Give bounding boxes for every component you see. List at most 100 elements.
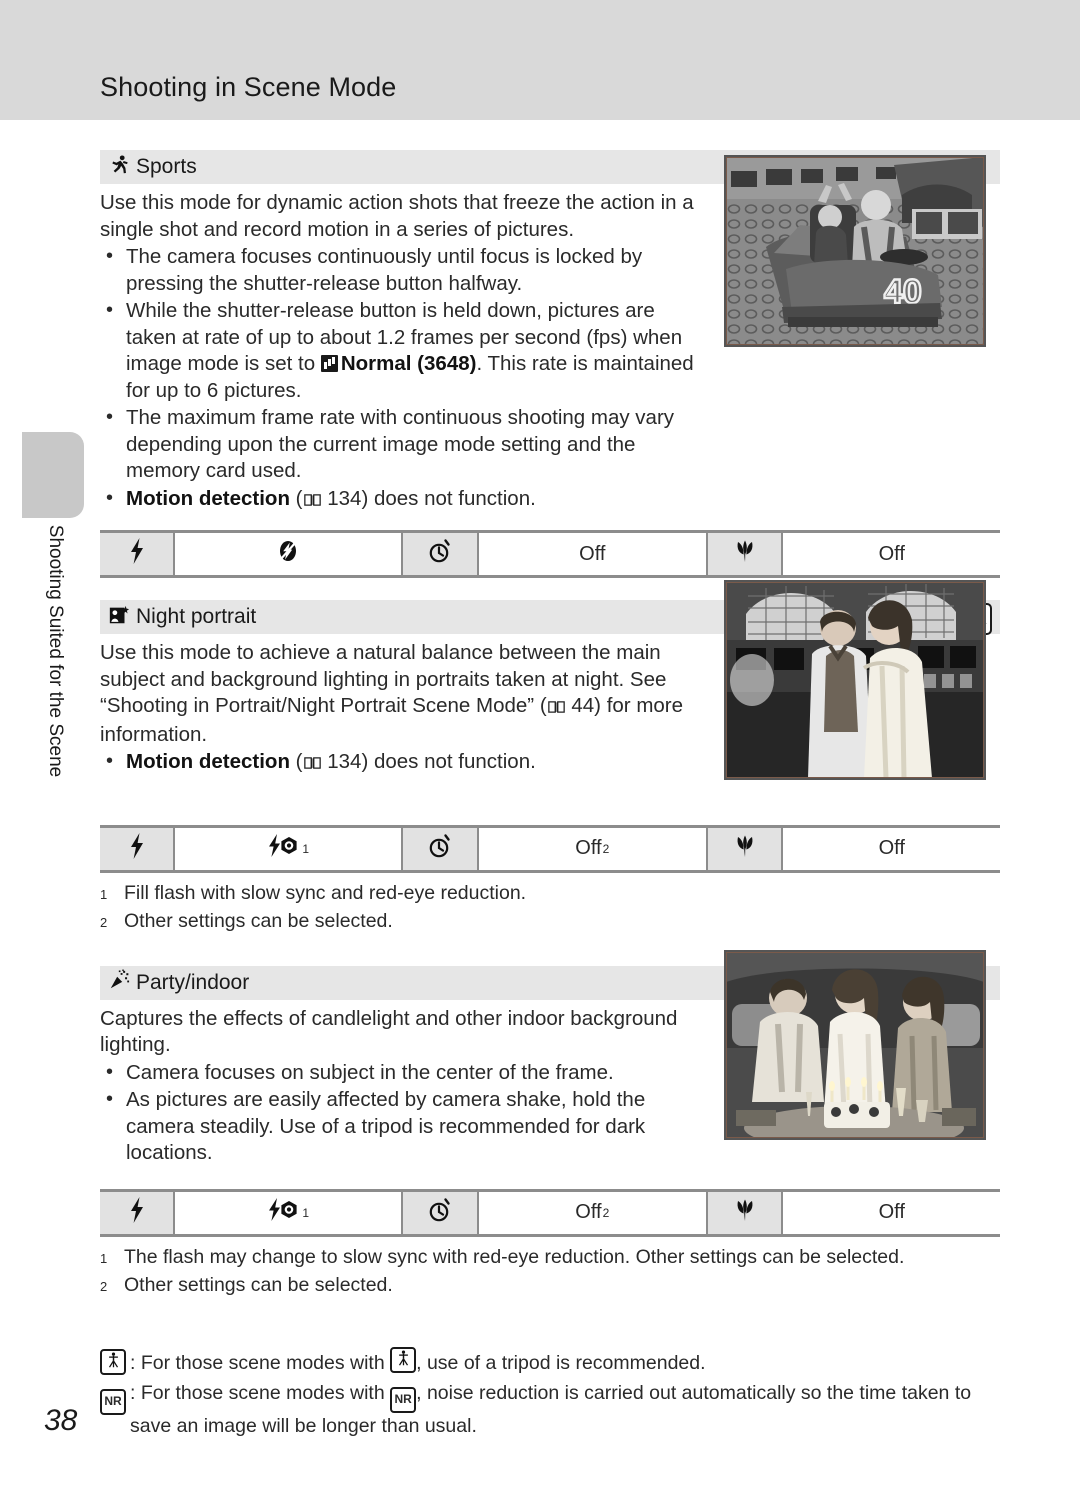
legend-row-tripod: : For those scene modes with , use of a … [100,1347,1020,1378]
sports-ref-page: 134 [327,486,362,510]
self-timer-footnote-marker: 2 [602,841,610,856]
flash-off-icon [275,538,301,570]
list-item: As pictures are easily affected by camer… [100,1086,708,1167]
page-number: 38 [44,1404,78,1437]
list-item: The maximum frame rate with continuous s… [100,404,708,485]
macro-mode-value-cell: Off [783,827,1001,870]
sports-bullet4-tail: does not function. [373,486,536,510]
night-motion-detection-bold: Motion detection [126,750,290,773]
list-item: Camera focuses on subject in the center … [100,1059,708,1087]
self-timer-label-cell [403,533,479,575]
night-portrait-paragraph: Use this mode to achieve a natural balan… [100,640,708,748]
footnote-text: The flash may change to slow sync with r… [124,1245,905,1268]
photo-night-portrait [724,580,986,780]
list-item: The camera focuses continuously until fo… [100,243,708,297]
page-legend: : For those scene modes with , use of a … [100,1347,1020,1441]
legend-text-before: : For those scene modes with [130,1352,385,1374]
self-timer-value-cell: Off 2 [478,827,709,870]
footnotes-night-portrait: 1 Fill flash with slow sync and red-eye … [100,880,1000,936]
macro-mode-value-cell: Off [783,1191,1001,1234]
section-body-night-portrait: Use this mode to achieve a natural balan… [100,640,708,778]
self-timer-icon [428,1197,452,1229]
list-item: Motion detection ( 134) does not functio… [100,748,708,778]
flash-mode-value-cell: 1 [175,827,404,870]
self-timer-icon [428,538,452,570]
tripod-badge-inline-icon [390,1347,417,1373]
section-title-party-indoor: Party/indoor [136,970,250,994]
flash-redeye-icon [267,1197,301,1228]
flash-icon [129,1196,145,1229]
footnote-text: Other settings can be selected. [124,1273,393,1296]
running-person-icon [108,154,130,181]
photo-party-indoor [724,950,986,1140]
legend-text-before: : For those scene modes with [130,1382,385,1404]
flash-mode-label-cell [100,533,176,575]
list-item: Motion detection ( 134) does not functio… [100,485,708,515]
list-item: While the shutter-release button is held… [100,297,708,404]
flash-mode-value-cell: 1 [175,1191,404,1234]
sports-bullet-list: The camera focuses continuously until fo… [100,243,708,515]
legend-row-noise-reduction: NR : For those scene modes with NR, nois… [100,1380,1020,1439]
self-timer-value-cell: Off [478,533,709,575]
sports-paragraph: Use this mode for dynamic action shots t… [100,191,694,241]
macro-value: Off [878,1201,905,1223]
self-timer-value: Off [579,542,606,565]
self-timer-icon [428,833,452,865]
party-indoor-paragraph: Captures the effects of candlelight and … [100,1006,678,1057]
settings-row-sports: Off Off [100,530,1001,578]
tripod-badge-icon [100,1347,130,1378]
legend-text-tripod: : For those scene modes with , use of a … [130,1347,706,1378]
night-bullet-tail: does not function. [373,750,536,773]
self-timer-label-cell [403,827,479,870]
footnote: 2 Other settings can be selected. [100,1272,1000,1300]
image-mode-icon [320,355,338,372]
flash-icon [129,538,145,570]
night-portrait-ref-page: 44 [571,694,595,717]
self-timer-value-cell: Off 2 [478,1191,709,1234]
footnote: 2 Other settings can be selected. [100,908,1000,936]
footnote-text: Fill flash with slow sync and red-eye re… [124,881,527,904]
night-ref-page: 134 [327,750,362,773]
macro-flower-icon [732,834,758,864]
self-timer-footnote-marker: 2 [602,1205,610,1220]
legend-text-after: , use of a tripod is recommended. [416,1352,706,1374]
flash-icon [129,832,145,865]
settings-row-party-indoor: 1 Off 2 Off [100,1188,1001,1237]
section-body-sports: Use this mode for dynamic action shots t… [100,190,708,514]
footnote-number: 2 [100,914,108,930]
section-title-night-portrait: Night portrait [136,605,257,628]
footnote-number: 1 [100,886,108,902]
book-reference-icon [303,751,321,778]
footnote-text: Other settings can be selected. [124,909,393,932]
flash-value-footnote-marker: 1 [302,1205,310,1220]
self-timer-label-cell [403,1191,479,1234]
macro-mode-label-cell [708,533,784,575]
footnote-number: 2 [100,1278,108,1294]
footnote: 1 The flash may change to slow sync with… [100,1244,1000,1272]
book-reference-icon [303,488,321,515]
flash-mode-label-cell [100,1191,176,1234]
sports-bullet2-bold: Normal (3648) [340,352,477,375]
macro-mode-value-cell: Off [783,533,1001,575]
flash-redeye-icon [267,833,301,864]
macro-mode-label-cell [708,1191,784,1234]
self-timer-value: Off [575,1201,602,1223]
chapter-vertical-label: Shooting Suited for the Scene [45,524,66,778]
night-portrait-icon [108,604,130,631]
page-title: Shooting in Scene Mode [100,72,397,102]
night-portrait-bullet-list: Motion detection ( 134) does not functio… [100,748,708,778]
noise-reduction-inline-badge: NR [390,1387,417,1413]
self-timer-value: Off [575,837,602,859]
photo-sports: 40 [724,155,986,347]
macro-value: Off [878,542,905,565]
flash-mode-value-cell [175,533,404,575]
legend-text-noise-reduction: : For those scene modes with NR, noise r… [130,1380,1010,1439]
macro-value: Off [878,837,905,859]
footnotes-party-indoor: 1 The flash may change to slow sync with… [100,1244,1000,1300]
settings-row-night-portrait: 1 Off 2 Off [100,824,1001,873]
chapter-tab-marker [22,432,84,518]
section-body-party-indoor: Captures the effects of candlelight and … [100,1006,708,1167]
footnote-number: 1 [100,1250,108,1266]
book-reference-icon [547,695,565,722]
macro-mode-label-cell [708,827,784,870]
